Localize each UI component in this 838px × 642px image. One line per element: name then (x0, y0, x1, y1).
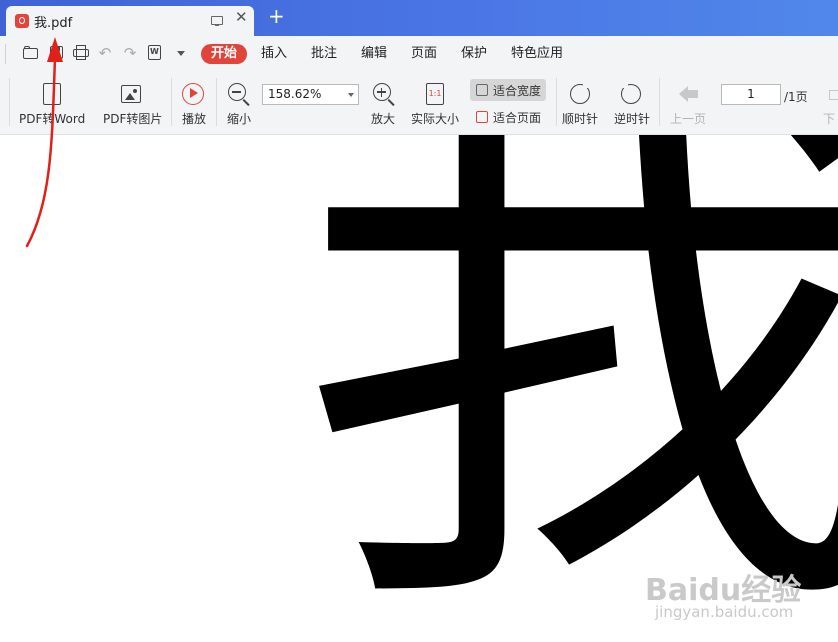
actual-size-label: 实际大小 (411, 112, 460, 126)
menu-annotate[interactable]: 批注 (311, 46, 337, 62)
zoom-level-select[interactable]: 158.62% (262, 84, 359, 105)
export-word-icon[interactable] (147, 45, 163, 61)
chevron-down-icon[interactable] (348, 93, 354, 97)
menu-edit[interactable]: 编辑 (361, 46, 387, 62)
actual-size-icon: 1:1 (426, 83, 444, 105)
fit-width-label: 适合宽度 (493, 84, 542, 98)
new-tab-button[interactable]: + (268, 6, 285, 26)
play-label: 播放 (182, 112, 207, 126)
document-view[interactable]: 我 Baidu经验 jingyan.baidu.com (0, 135, 838, 642)
divider (9, 78, 10, 126)
undo-icon[interactable]: ↶ (97, 45, 113, 61)
rotate-counterclockwise-label: 逆时针 (614, 112, 651, 126)
document-tab[interactable]: 我.pdf ✕ (6, 6, 254, 36)
ribbon-toolbar: PDF转Word PDF转图片 播放 缩小 158.62% 放大 1:1 实际大… (0, 72, 838, 143)
zoom-out-icon (228, 83, 250, 106)
previous-page-icon (679, 85, 699, 103)
chevron-down-icon[interactable] (177, 51, 185, 56)
zoom-level-value: 158.62% (268, 87, 322, 101)
rotate-clockwise-label: 顺时针 (562, 112, 599, 126)
tab-title: 我.pdf (34, 16, 73, 31)
next-page-icon[interactable] (829, 90, 838, 100)
rotate-clockwise-icon (570, 82, 590, 104)
menu-special-apps[interactable]: 特色应用 (511, 46, 563, 62)
divider (556, 78, 557, 126)
page-number-input[interactable]: 1 (721, 84, 781, 105)
fit-width-icon (476, 84, 488, 96)
menu-page[interactable]: 页面 (411, 46, 437, 62)
pdf-file-icon (15, 14, 29, 28)
zoom-out-label: 缩小 (227, 112, 252, 126)
fit-page-icon (476, 111, 488, 123)
divider (171, 78, 172, 126)
pdf-to-word-label: PDF转Word (19, 112, 86, 126)
watermark-url: jingyan.baidu.com (655, 603, 794, 621)
menu-insert[interactable]: 插入 (261, 46, 287, 62)
screen-icon[interactable] (211, 16, 223, 26)
redo-icon[interactable]: ↷ (122, 45, 138, 61)
pdf-to-image-icon (121, 85, 141, 103)
close-tab-icon[interactable]: ✕ (235, 10, 248, 25)
page-total: /1页 (784, 90, 808, 104)
fit-page-label: 适合页面 (493, 111, 542, 125)
open-folder-icon[interactable] (23, 45, 39, 61)
menu-bar: ↶ ↷ 开始 插入 批注 编辑 页面 保护 特色应用 (0, 36, 838, 72)
print-icon[interactable] (73, 45, 89, 61)
play-icon (182, 83, 204, 105)
divider (216, 78, 217, 126)
zoom-in-label: 放大 (371, 112, 396, 126)
rotate-counterclockwise-icon (621, 82, 641, 104)
pdf-to-word-icon (43, 83, 61, 105)
title-bar: 我.pdf ✕ + (0, 0, 838, 36)
pdf-to-image-label: PDF转图片 (103, 112, 163, 126)
fit-width-button[interactable]: 适合宽度 (470, 79, 546, 101)
menu-start[interactable]: 开始 (201, 44, 248, 64)
previous-page-label: 上一页 (670, 112, 707, 126)
document-content: 我 (294, 135, 838, 642)
divider (659, 78, 660, 126)
divider (5, 44, 6, 64)
menu-protect[interactable]: 保护 (461, 46, 487, 62)
save-icon[interactable] (49, 45, 65, 61)
zoom-in-icon (373, 83, 395, 106)
